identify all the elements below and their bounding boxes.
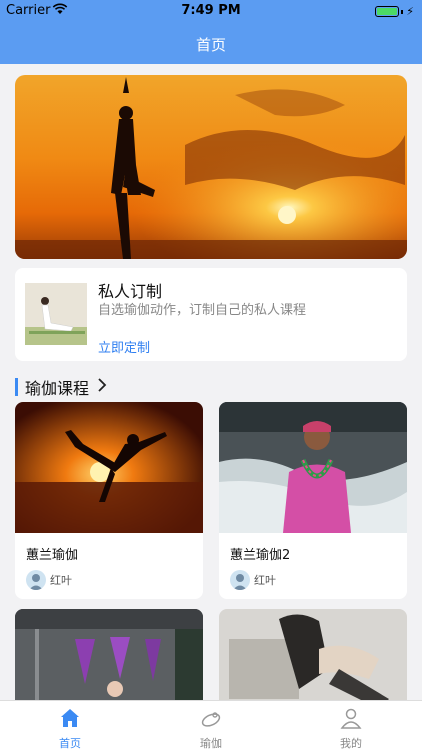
tab-label: 首页 xyxy=(59,737,81,750)
courses-section-header[interactable]: 瑜伽课程 xyxy=(15,376,107,398)
course-card[interactable] xyxy=(219,609,407,709)
user-icon xyxy=(311,707,391,729)
course-card[interactable]: 蕙兰瑜伽2 红叶 xyxy=(219,402,407,599)
yoga-mat-icon xyxy=(171,707,251,729)
course-image xyxy=(15,609,203,709)
section-accent-bar xyxy=(15,378,18,396)
course-name: 蕙兰瑜伽2 xyxy=(230,548,291,563)
tab-label: 瑜伽 xyxy=(200,737,222,750)
tab-yoga[interactable]: 瑜伽 xyxy=(171,707,251,750)
tab-home[interactable]: 首页 xyxy=(30,707,110,750)
course-author: 红叶 xyxy=(26,570,72,590)
clock: 7:49 PM xyxy=(181,3,241,18)
tab-profile[interactable]: 我的 xyxy=(311,707,391,750)
custom-plan-description: 自选瑜伽动作，订制自己的私人课程 xyxy=(98,303,307,318)
battery-icon: ⚡ xyxy=(375,5,414,18)
tab-label: 我的 xyxy=(340,737,362,750)
avatar xyxy=(230,570,250,590)
section-title: 瑜伽课程 xyxy=(25,379,90,398)
avatar xyxy=(26,570,46,590)
tab-bar: 首页 瑜伽 我的 xyxy=(0,700,422,750)
custom-plan-thumbnail xyxy=(25,283,87,345)
page-title: 首页 xyxy=(195,36,226,54)
author-name: 红叶 xyxy=(254,574,276,587)
course-card[interactable]: 蕙兰瑜伽 红叶 xyxy=(15,402,203,599)
course-name: 蕙兰瑜伽 xyxy=(26,548,79,563)
customize-now-link[interactable]: 立即定制 xyxy=(98,337,150,356)
banner-image[interactable] xyxy=(15,75,407,259)
course-image xyxy=(15,402,203,533)
course-image xyxy=(219,402,407,533)
course-card[interactable] xyxy=(15,609,203,709)
custom-plan-card[interactable]: 私人订制 自选瑜伽动作，订制自己的私人课程 立即定制 xyxy=(15,268,407,361)
status-bar: Carrier 7:49 PM ⚡ xyxy=(0,0,422,22)
home-icon xyxy=(30,707,110,729)
navigation-header: Carrier 7:49 PM ⚡ 首页 xyxy=(0,0,422,64)
author-name: 红叶 xyxy=(50,574,72,587)
chevron-right-icon xyxy=(97,378,107,396)
course-image xyxy=(219,609,407,709)
course-author: 红叶 xyxy=(230,570,276,590)
